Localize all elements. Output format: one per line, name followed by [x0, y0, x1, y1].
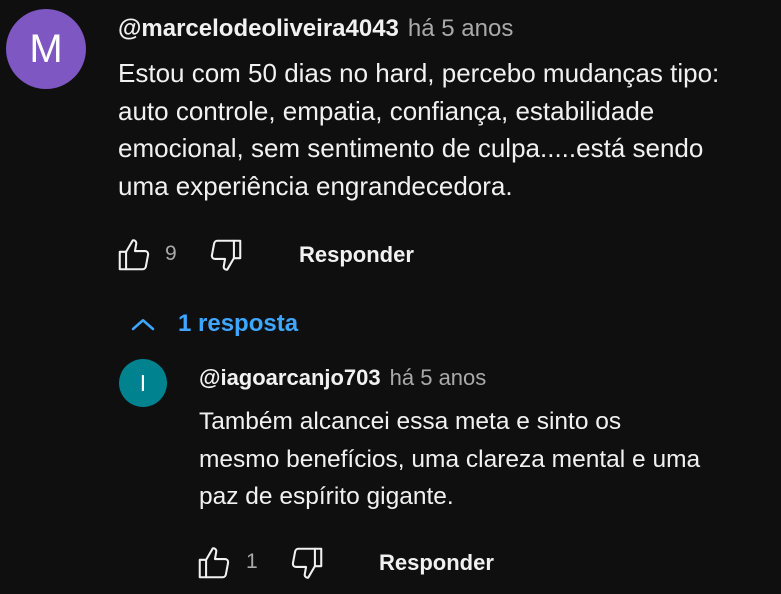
replies-toggle-label: 1 resposta	[178, 310, 299, 337]
thumbs-up-outline-icon	[198, 547, 230, 579]
reply-text: Também alcancei essa meta e sinto os mes…	[199, 403, 779, 516]
comment-text-line: Estou com 50 dias no hard, percebo mudan…	[118, 58, 720, 88]
reply-avatar[interactable]: I	[119, 359, 167, 407]
chevron-up-icon	[131, 319, 155, 331]
replies-toggle[interactable]: 1 resposta	[128, 308, 298, 340]
reply-text-line: Também alcancei essa meta e sinto os	[199, 408, 622, 435]
comment-thread: M @marcelodeoliveira4043 há 5 anos Estou…	[0, 0, 781, 337]
comment-author[interactable]: @marcelodeoliveira4043	[118, 15, 399, 43]
reply-like-count: 1	[246, 550, 258, 573]
comment-timestamp[interactable]: há 5 anos	[408, 15, 513, 43]
reply-text-line: mesmo benefícios, uma clareza mental e u…	[199, 445, 701, 473]
avatar[interactable]: M	[6, 9, 86, 89]
reply-header: @iagoarcanjo703 há 5 anos	[199, 365, 486, 393]
thumbs-down-outline-icon	[210, 239, 242, 271]
reply-timestamp[interactable]: há 5 anos	[390, 365, 487, 391]
reply-reply-button[interactable]: Responder	[379, 550, 494, 576]
avatar-letter: M	[29, 26, 63, 71]
comment-text-line: emocional, sem sentimento de culpa.....e…	[118, 133, 704, 163]
reply-button[interactable]: Responder	[299, 242, 414, 268]
reply-avatar-letter: I	[139, 369, 147, 396]
thumbs-up-outline-icon	[118, 239, 150, 271]
comment-text-line: uma experiência engrandecedora.	[118, 170, 513, 201]
reply-author[interactable]: @iagoarcanjo703	[199, 365, 381, 391]
reply-dislike-button[interactable]	[287, 544, 327, 582]
comment-header: @marcelodeoliveira4043 há 5 anos	[118, 15, 513, 45]
reply-text-line: paz de espírito gigante.	[199, 483, 454, 510]
like-count: 9	[165, 242, 177, 265]
reply-comment: I @iagoarcanjo703 há 5 anos Também alcan…	[0, 350, 781, 594]
comment-text-line: auto controle, empatia, confiança, estab…	[118, 95, 655, 126]
like-button[interactable]	[114, 236, 154, 274]
thumbs-down-outline-icon	[291, 547, 323, 579]
dislike-button[interactable]	[206, 236, 246, 274]
reply-like-button[interactable]	[194, 544, 234, 582]
comment-text: Estou com 50 dias no hard, percebo mudan…	[118, 55, 768, 205]
